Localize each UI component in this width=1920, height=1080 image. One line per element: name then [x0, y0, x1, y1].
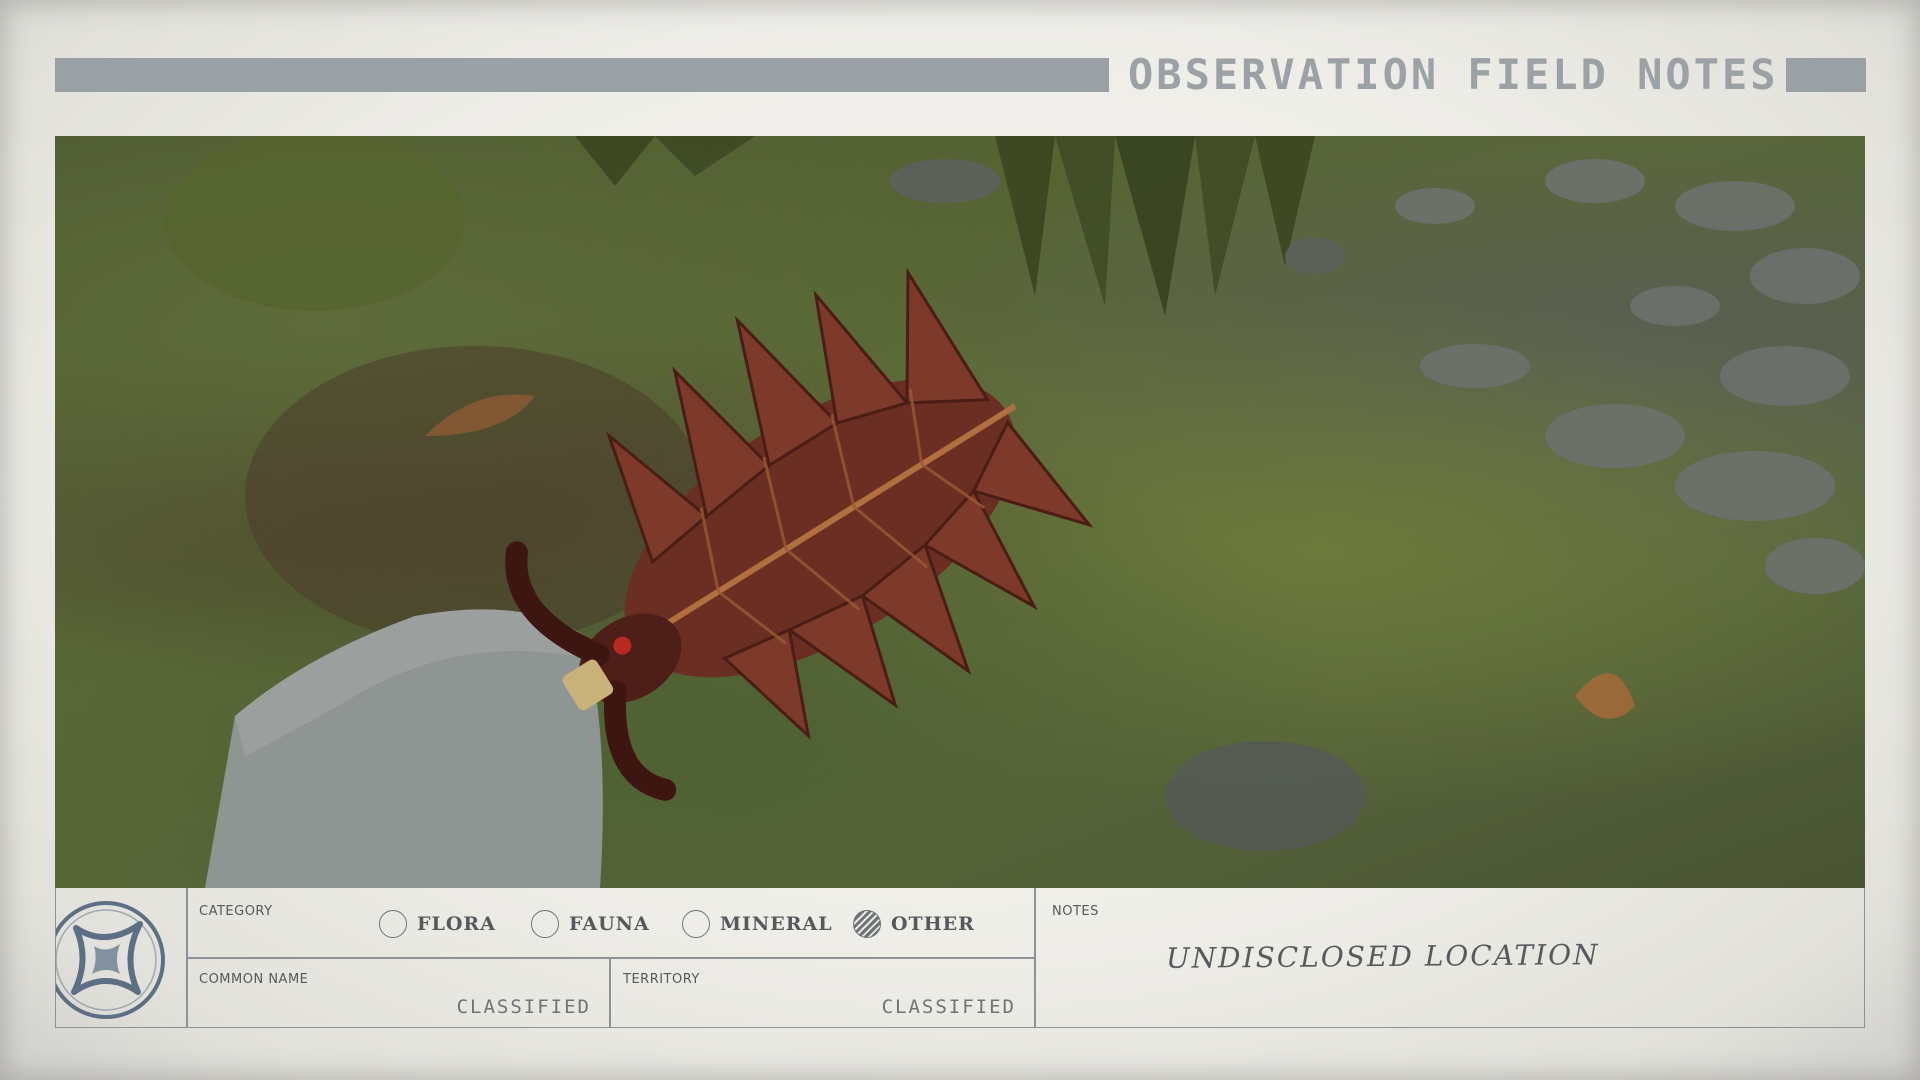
radio-other-selected-icon[interactable] [853, 910, 881, 938]
moss-mound [165, 136, 465, 311]
notes-value: UNDISCLOSED LOCATION [1165, 938, 1600, 975]
rock-cluster-right [1395, 159, 1865, 594]
territory-label: TERRITORY [623, 972, 700, 987]
photo-illustration [165, 136, 1865, 888]
radio-flora-icon[interactable] [379, 910, 407, 938]
radio-fauna-icon[interactable] [531, 910, 559, 938]
common-name-cell: COMMON NAME CLASSIFIED [187, 958, 609, 1028]
common-name-label: COMMON NAME [199, 972, 309, 987]
star-emblem-icon [47, 901, 165, 1019]
observation-photo [55, 136, 1865, 888]
option-label-other: OTHER [891, 913, 975, 935]
info-panel: CATEGORY FLORA FAUNA MINERAL OTHER COMMO… [47, 888, 1865, 1028]
territory-cell: TERRITORY CLASSIFIED [611, 958, 1034, 1028]
option-label-mineral: MINERAL [720, 913, 833, 935]
category-option-flora[interactable]: FLORA [379, 910, 496, 938]
category-cell: CATEGORY FLORA FAUNA MINERAL OTHER [187, 888, 1034, 957]
category-option-fauna[interactable]: FAUNA [531, 910, 650, 938]
option-label-fauna: FAUNA [569, 913, 650, 935]
common-name-value: CLASSIFIED [456, 996, 591, 1018]
radio-mineral-icon[interactable] [682, 910, 710, 938]
category-label: CATEGORY [199, 904, 273, 919]
notes-label: NOTES [1052, 904, 1099, 919]
category-option-mineral[interactable]: MINERAL [682, 910, 833, 938]
option-label-flora: FLORA [417, 913, 496, 935]
territory-value: CLASSIFIED [881, 996, 1016, 1018]
page-title: OBSERVATION FIELD NOTES [1128, 50, 1779, 99]
category-option-other[interactable]: OTHER [853, 910, 975, 938]
title-bar-left [55, 58, 1109, 92]
title-bar-right [1786, 58, 1866, 92]
field-notes-card: OBSERVATION FIELD NOTES CATEGORY FLORA F… [0, 0, 1920, 1080]
emblem-cell [47, 888, 186, 1028]
